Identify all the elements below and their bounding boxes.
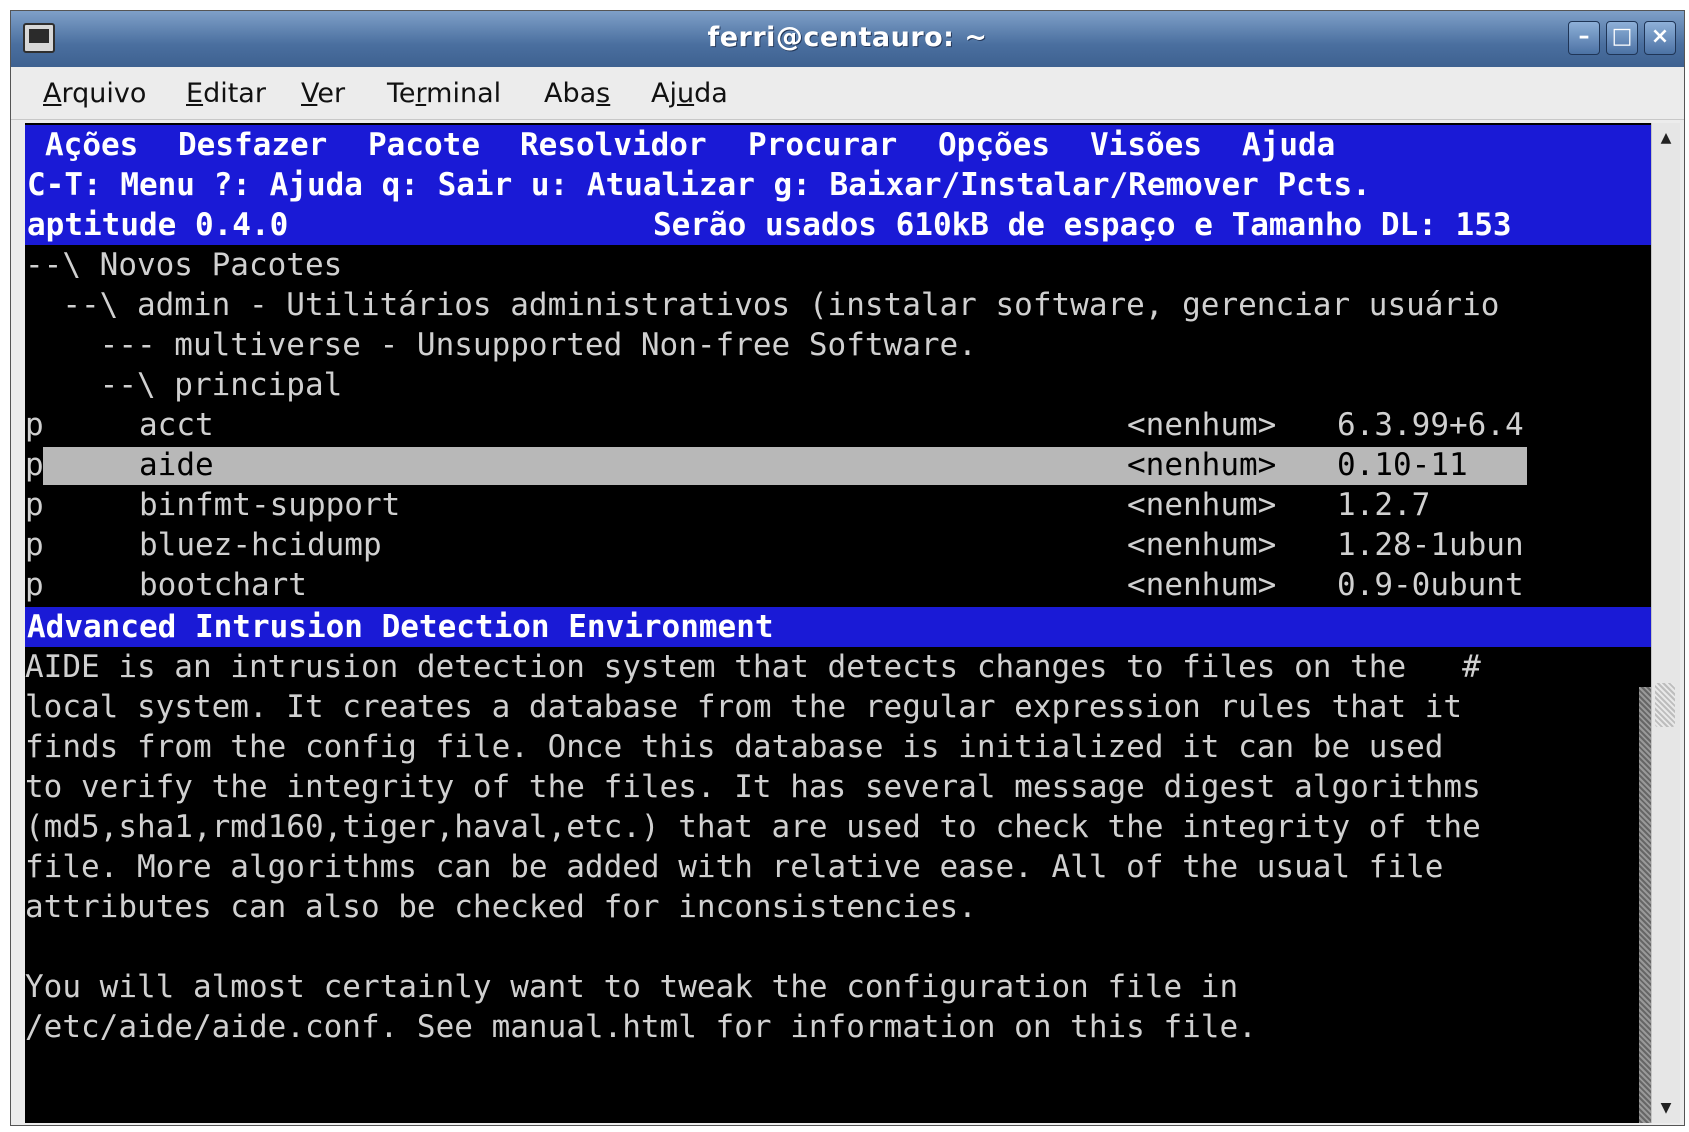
installed-version: <nenhum> xyxy=(1127,407,1277,443)
terminal-screen[interactable]: Ações Desfazer Pacote Resolvidor Procura… xyxy=(25,123,1661,1123)
title-bar[interactable]: ferri@centauro: ~ – □ × xyxy=(11,11,1684,68)
installed-version: <nenhum> xyxy=(1127,527,1277,563)
tree-node-principal[interactable]: --\ principal xyxy=(25,365,1661,405)
description-line xyxy=(25,927,1661,967)
close-icon: × xyxy=(1650,24,1670,49)
scrollbar-thumb[interactable] xyxy=(1655,683,1675,727)
menu-ajuda[interactable]: Ajuda xyxy=(651,78,728,109)
menu-terminal[interactable]: Terminal xyxy=(387,78,501,109)
description-title-bar: Advanced Intrusion Detection Environment xyxy=(25,607,1661,647)
menu-abas[interactable]: Abas xyxy=(544,78,610,109)
menu-ver[interactable]: Ver xyxy=(301,78,345,109)
description-line: AIDE is an intrusion detection system th… xyxy=(25,649,1481,685)
candidate-version: 1.28-1ubun xyxy=(1337,527,1524,563)
minimize-button[interactable]: – xyxy=(1568,21,1600,55)
aptitude-menu-ajuda[interactable]: Ajuda xyxy=(1242,125,1335,165)
aptitude-menu-resolvidor[interactable]: Resolvidor xyxy=(520,125,707,165)
description-line: You will almost certainly want to tweak … xyxy=(25,969,1239,1005)
close-button[interactable]: × xyxy=(1644,21,1676,55)
package-row[interactable]: p bootchart <nenhum> 0.9-0ubunt xyxy=(25,565,1661,605)
installed-version: <nenhum> xyxy=(1127,567,1277,603)
aptitude-menu-procurar[interactable]: Procurar xyxy=(748,125,897,165)
window-title: ferri@centauro: ~ xyxy=(707,22,988,53)
candidate-version: 6.3.99+6.4 xyxy=(1337,407,1524,443)
package-name: binfmt-support xyxy=(139,487,401,523)
description-line: to verify the integrity of the files. It… xyxy=(25,769,1481,805)
package-row[interactable]: p acct <nenhum> 6.3.99+6.4 xyxy=(25,405,1661,445)
description-title: Advanced Intrusion Detection Environment xyxy=(27,609,774,645)
package-name: aide xyxy=(139,447,214,483)
selection-highlight xyxy=(43,447,1527,485)
aptitude-menu-visoes[interactable]: Visões xyxy=(1090,125,1202,165)
aptitude-status-line: aptitude 0.4.0 Serão usados 610kB de esp… xyxy=(25,205,1661,245)
maximize-button[interactable]: □ xyxy=(1606,21,1638,55)
package-name: bluez-hcidump xyxy=(139,527,382,563)
package-row-selected[interactable]: p aide <nenhum> 0.10-11 xyxy=(25,445,1661,485)
installed-version: <nenhum> xyxy=(1127,447,1277,483)
tree-node-admin[interactable]: --\ admin - Utilitários administrativos … xyxy=(25,285,1661,325)
aptitude-menu-acoes[interactable]: Ações xyxy=(45,125,138,165)
hint-text: C-T: Menu ?: Ajuda q: Sair u: Atualizar … xyxy=(27,167,1371,203)
minimize-icon: – xyxy=(1578,24,1590,49)
candidate-version: 1.2.7 xyxy=(1337,487,1431,523)
maximize-icon: □ xyxy=(1611,24,1633,49)
terminal-window: ferri@centauro: ~ – □ × Arquivo Editar V… xyxy=(10,10,1685,1126)
tree-node-multiverse[interactable]: --- multiverse - Unsupported Non-free So… xyxy=(25,325,1661,365)
aptitude-hint-line: C-T: Menu ?: Ajuda q: Sair u: Atualizar … xyxy=(25,165,1661,205)
aptitude-menu-desfazer[interactable]: Desfazer xyxy=(178,125,327,165)
candidate-version: 0.9-0ubunt xyxy=(1337,567,1524,603)
package-name: acct xyxy=(139,407,214,443)
description-line: finds from the config file. Once this da… xyxy=(25,729,1444,765)
candidate-version: 0.10-11 xyxy=(1337,447,1468,483)
description-line: local system. It creates a database from… xyxy=(25,689,1463,725)
package-name: bootchart xyxy=(139,567,307,603)
vertical-scrollbar[interactable]: ▲ ▼ xyxy=(1651,123,1680,1123)
menu-arquivo[interactable]: Arquivo xyxy=(43,78,146,109)
tree-node-novos-pacotes[interactable]: --\ Novos Pacotes xyxy=(25,245,1661,285)
aptitude-menu-opcoes[interactable]: Opções xyxy=(938,125,1050,165)
package-row[interactable]: p binfmt-support <nenhum> 1.2.7 xyxy=(25,485,1661,525)
space-status-text: Serão usados 610kB de espaço e Tamanho D… xyxy=(653,207,1512,243)
description-line: attributes can also be checked for incon… xyxy=(25,889,977,925)
scroll-up-icon[interactable]: ▲ xyxy=(1654,125,1678,151)
menu-bar: Arquivo Editar Ver Terminal Abas Ajuda xyxy=(11,67,1684,120)
version-text: aptitude 0.4.0 xyxy=(27,207,289,243)
installed-version: <nenhum> xyxy=(1127,487,1277,523)
aptitude-menu-bar: Ações Desfazer Pacote Resolvidor Procura… xyxy=(25,125,1661,165)
description-line: /etc/aide/aide.conf. See manual.html for… xyxy=(25,1009,1257,1045)
description-line: file. More algorithms can be added with … xyxy=(25,849,1444,885)
aptitude-menu-pacote[interactable]: Pacote xyxy=(368,125,480,165)
scroll-down-icon[interactable]: ▼ xyxy=(1654,1095,1678,1121)
package-row[interactable]: p bluez-hcidump <nenhum> 1.28-1ubun xyxy=(25,525,1661,565)
menu-editar[interactable]: Editar xyxy=(186,78,266,109)
description-line: (md5,sha1,rmd160,tiger,haval,etc.) that … xyxy=(25,809,1481,845)
